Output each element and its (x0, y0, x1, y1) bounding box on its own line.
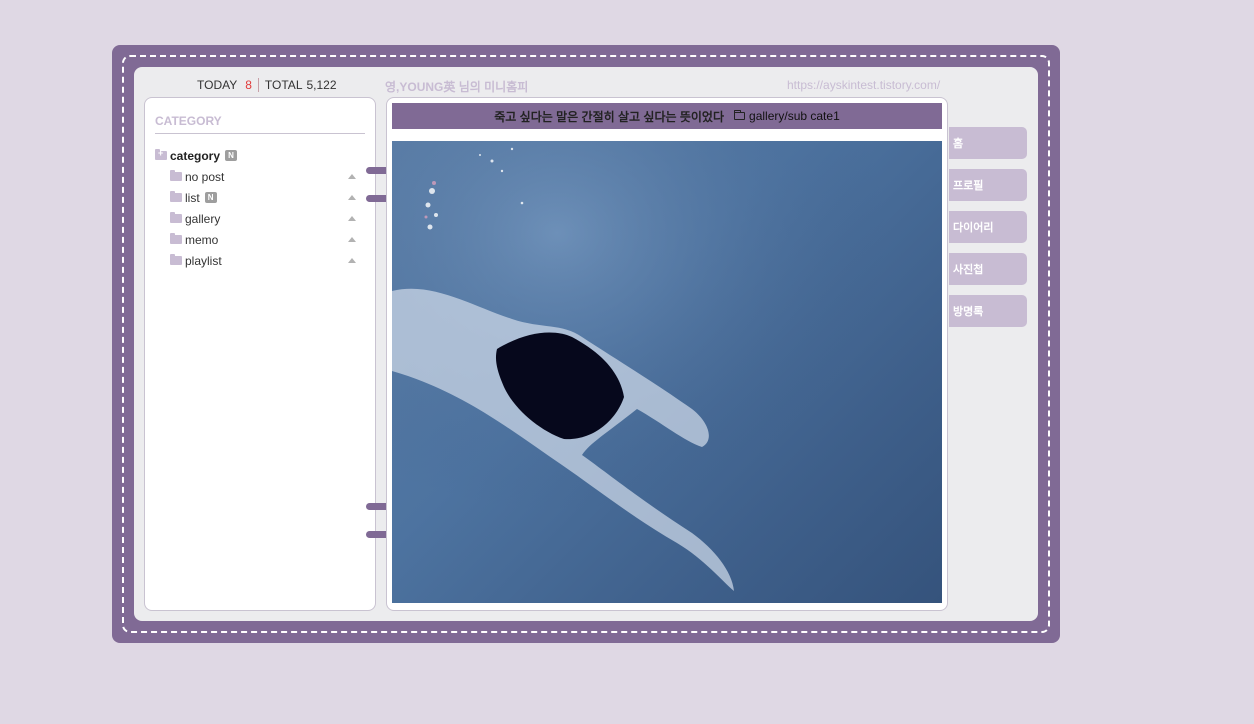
swimmer-photo-illustration (392, 141, 942, 603)
category-root[interactable]: category N (155, 145, 365, 166)
today-count: 8 (245, 78, 252, 92)
caret-up-icon[interactable] (348, 174, 356, 179)
total-count: 5,122 (306, 78, 337, 92)
new-badge: N (225, 150, 238, 161)
caret-up-icon[interactable] (348, 195, 356, 200)
nav-tab-profile[interactable]: 프로필 (949, 169, 1027, 201)
nav-tab-home[interactable]: 홈 (949, 127, 1027, 159)
folder-outline-icon (733, 109, 746, 120)
category-item-label: memo (185, 232, 219, 247)
site-url[interactable]: https://ayskintest.tistory.com/ (787, 78, 940, 92)
category-item-label: no post (185, 169, 225, 184)
main-content-panel: 죽고 싶다는 말은 간절히 살고 싶다는 뜻이었다 gallery/sub ca… (386, 97, 948, 611)
visitor-counter: TODAY 8 TOTAL 5,122 (197, 78, 337, 92)
folder-plus-icon (155, 148, 167, 160)
counter-divider (257, 78, 259, 92)
nav-tab-photo-album[interactable]: 사진첩 (949, 253, 1027, 285)
post-path-label: gallery/sub cate1 (749, 109, 840, 123)
category-heading: CATEGORY (155, 114, 222, 128)
category-item-label: list (185, 190, 200, 205)
folder-icon (170, 233, 182, 244)
post-title[interactable]: 죽고 싶다는 말은 간절히 살고 싶다는 뜻이었다 (494, 108, 724, 125)
caret-up-icon[interactable] (348, 258, 356, 263)
category-item-gallery[interactable]: gallery (155, 208, 365, 229)
today-label: TODAY (197, 78, 238, 92)
folder-icon (170, 254, 182, 265)
category-divider (155, 133, 365, 134)
category-item-label: gallery (185, 211, 221, 226)
total-label: TOTAL (264, 78, 303, 92)
site-title[interactable]: 영,YOUNG英 님의 미니홈피 (385, 78, 528, 95)
folder-icon (170, 191, 182, 202)
category-tree: category N no post list N gallery (155, 145, 365, 271)
category-item-label: playlist (185, 253, 222, 268)
category-item-no-post[interactable]: no post (155, 166, 365, 187)
minihompy-frame: TODAY 8 TOTAL 5,122 영,YOUNG英 님의 미니홈피 htt… (112, 45, 1060, 643)
category-item-memo[interactable]: memo (155, 229, 365, 250)
post-photo (392, 141, 942, 603)
new-badge: N (204, 192, 217, 203)
post-category-path[interactable]: gallery/sub cate1 (733, 109, 840, 123)
post-header: 죽고 싶다는 말은 간절히 살고 싶다는 뜻이었다 gallery/sub ca… (392, 103, 942, 129)
minihompy-inner: TODAY 8 TOTAL 5,122 영,YOUNG英 님의 미니홈피 htt… (134, 67, 1038, 621)
caret-up-icon[interactable] (348, 216, 356, 221)
folder-icon (170, 170, 182, 181)
category-item-list[interactable]: list N (155, 187, 365, 208)
folder-icon (170, 212, 182, 223)
caret-up-icon[interactable] (348, 237, 356, 242)
nav-tab-diary[interactable]: 다이어리 (949, 211, 1027, 243)
category-root-label: category (170, 148, 221, 163)
category-sidebar: CATEGORY category N no post list N (144, 97, 376, 611)
nav-tab-guestbook[interactable]: 방명록 (949, 295, 1027, 327)
category-item-playlist[interactable]: playlist (155, 250, 365, 271)
